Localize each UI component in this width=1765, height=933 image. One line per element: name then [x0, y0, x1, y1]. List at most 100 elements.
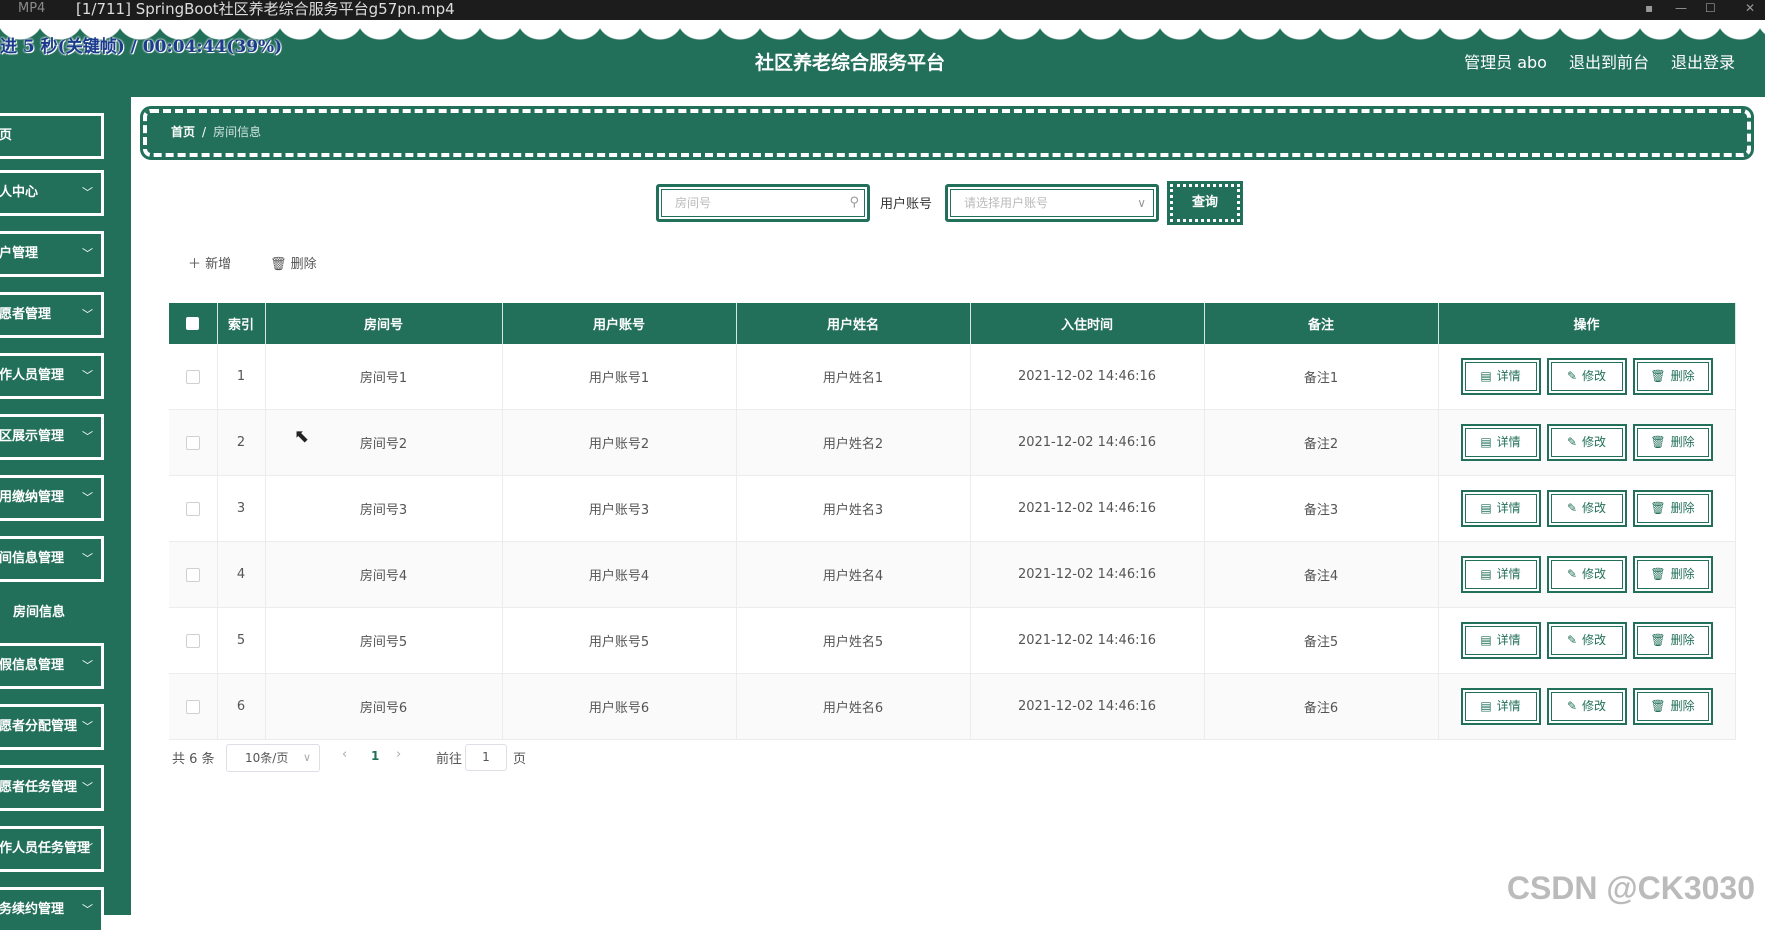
- trash-icon: 🗑: [1650, 567, 1666, 581]
- edit-button[interactable]: ✎ 修改: [1546, 556, 1627, 593]
- cell-index: 5: [217, 607, 266, 674]
- chevron-down-icon: ﹀: [82, 781, 93, 794]
- site-title: 社区养老综合服务平台: [754, 52, 945, 74]
- admin-user-label[interactable]: 管理员 abo: [1464, 49, 1547, 73]
- edit-button[interactable]: ✎ 修改: [1546, 622, 1627, 659]
- delete-button[interactable]: 🗑 删除: [1632, 424, 1713, 461]
- column-header-checkin: 入住时间: [970, 303, 1205, 344]
- cell-checkin: 2021-12-02 14:46:16: [970, 475, 1205, 542]
- prev-page-icon[interactable]: ‹: [342, 747, 347, 762]
- sidebar-item-label: 用缴纳管理: [0, 490, 65, 505]
- row-checkbox[interactable]: [169, 409, 218, 476]
- edit-button[interactable]: ✎ 修改: [1546, 358, 1627, 395]
- sidebar-item-staff-management[interactable]: 作人员管理 ﹀: [0, 353, 104, 399]
- detail-button[interactable]: ▤ 详情: [1460, 490, 1541, 527]
- row-checkbox[interactable]: [169, 475, 218, 542]
- chevron-down-icon: ﹀: [82, 369, 93, 382]
- edit-icon: ✎: [1566, 699, 1578, 713]
- document-icon: ▤: [1480, 369, 1492, 383]
- sidebar-item-home[interactable]: 页: [0, 113, 104, 159]
- logout-link[interactable]: 退出登录: [1671, 49, 1735, 73]
- batch-delete-button[interactable]: 🗑 删除: [270, 253, 317, 272]
- sidebar-item-volunteer-task[interactable]: 愿者任务管理 ﹀: [0, 765, 104, 811]
- sidebar-item-service-renewal[interactable]: 务续约管理 ﹀: [0, 887, 104, 933]
- cell-room: 房间号1: [265, 344, 503, 410]
- row-checkbox[interactable]: [169, 541, 218, 608]
- edit-button[interactable]: ✎ 修改: [1546, 424, 1627, 461]
- sidebar-item-personal-center[interactable]: 人中心 ﹀: [0, 170, 104, 216]
- sidebar-item-room-info-management[interactable]: 间信息管理 ﹀: [0, 536, 104, 582]
- sidebar-item-staff-task[interactable]: 作人员任务管理 ﹀: [0, 826, 104, 872]
- document-icon: ▤: [1480, 633, 1492, 647]
- detail-button[interactable]: ▤ 详情: [1460, 424, 1541, 461]
- close-icon[interactable]: ✕: [1745, 1, 1755, 15]
- chevron-down-icon: ﹀: [82, 903, 93, 916]
- cell-note: 备注1: [1204, 344, 1439, 410]
- plus-icon: ＋: [188, 257, 202, 272]
- sidebar-item-label: 作人员任务管理: [0, 841, 91, 856]
- sidebar-item-label: 页: [0, 128, 13, 143]
- chevron-down-icon: ﹀: [82, 720, 93, 733]
- delete-button[interactable]: 🗑 删除: [1632, 556, 1713, 593]
- minimize-icon[interactable]: —: [1675, 1, 1687, 15]
- sidebar-item-user-management[interactable]: 户管理 ﹀: [0, 231, 104, 277]
- cell-checkin: 2021-12-02 14:46:16: [970, 607, 1205, 674]
- select-all-checkbox[interactable]: [169, 303, 218, 344]
- cell-index: 3: [217, 475, 266, 542]
- detail-button[interactable]: ▤ 详情: [1460, 556, 1541, 593]
- query-button[interactable]: 查询: [1167, 181, 1243, 225]
- breadcrumb-current: 房间信息: [213, 125, 262, 139]
- next-page-icon[interactable]: ›: [396, 747, 401, 762]
- add-button[interactable]: ＋ 新增: [188, 253, 231, 272]
- column-header-index: 索引: [217, 303, 266, 344]
- user-account-select[interactable]: 请选择用户账号 ∨: [945, 184, 1159, 222]
- room-number-search-input[interactable]: 房间号 ⚲: [656, 184, 870, 222]
- edit-button[interactable]: ✎ 修改: [1546, 688, 1627, 725]
- sidebar-item-label: 区展示管理: [0, 429, 65, 444]
- page-size-select[interactable]: 10条/页 ∨: [226, 744, 320, 772]
- sidebar-item-volunteer-assignment[interactable]: 愿者分配管理 ﹀: [0, 704, 104, 750]
- delete-button[interactable]: 🗑 删除: [1632, 688, 1713, 725]
- detail-button[interactable]: ▤ 详情: [1460, 622, 1541, 659]
- maximize-icon[interactable]: ☐: [1705, 1, 1716, 15]
- row-checkbox[interactable]: [169, 607, 218, 674]
- video-player-titlebar: MP4 [1/711] SpringBoot社区养老综合服务平台g57pn.mp…: [0, 0, 1765, 20]
- sidebar-item-leave-info[interactable]: 假信息管理 ﹀: [0, 643, 104, 689]
- cell-account: 用户账号5: [502, 607, 737, 674]
- delete-button[interactable]: 🗑 删除: [1632, 490, 1713, 527]
- add-button-label: 新增: [205, 257, 232, 272]
- cell-room: 房间号3: [265, 475, 503, 542]
- cell-name: 用户姓名5: [736, 607, 971, 674]
- detail-button[interactable]: ▤ 详情: [1460, 358, 1541, 395]
- page-number-current[interactable]: 1: [371, 749, 379, 763]
- exit-to-frontend-link[interactable]: 退出到前台: [1569, 49, 1649, 73]
- chevron-down-icon: ∨: [302, 751, 311, 764]
- goto-page-input[interactable]: 1: [465, 744, 507, 771]
- sidebar-subitem-room-info[interactable]: 房间信息: [0, 593, 112, 633]
- column-header-name: 用户姓名: [736, 303, 971, 344]
- breadcrumb-home[interactable]: 首页: [171, 125, 195, 139]
- cell-actions: ▤ 详情 ✎ 修改 🗑 删除: [1438, 409, 1736, 476]
- chevron-down-icon: ﹀: [82, 659, 93, 672]
- edit-label: 修改: [1582, 633, 1607, 647]
- detail-label: 详情: [1496, 633, 1521, 647]
- pin-icon[interactable]: ▪: [1645, 1, 1653, 15]
- cell-checkin: 2021-12-02 14:46:16: [970, 673, 1205, 740]
- row-checkbox[interactable]: [169, 344, 218, 410]
- sidebar-item-fee-payment[interactable]: 用缴纳管理 ﹀: [0, 475, 104, 521]
- edit-label: 修改: [1582, 435, 1607, 449]
- delete-button[interactable]: 🗑 删除: [1632, 622, 1713, 659]
- table-row: 4 房间号4 用户账号4 用户姓名4 2021-12-02 14:46:16 备…: [169, 541, 1736, 608]
- sidebar-item-community-display[interactable]: 区展示管理 ﹀: [0, 414, 104, 460]
- edit-button[interactable]: ✎ 修改: [1546, 490, 1627, 527]
- table-row: 3 房间号3 用户账号3 用户姓名3 2021-12-02 14:46:16 备…: [169, 475, 1736, 542]
- edit-icon: ✎: [1566, 501, 1578, 515]
- pagination-total: 共 6 条: [172, 752, 215, 767]
- delete-button-label: 删除: [290, 257, 317, 272]
- delete-button[interactable]: 🗑 删除: [1632, 358, 1713, 395]
- sidebar-item-volunteer-management[interactable]: 愿者管理 ﹀: [0, 292, 104, 338]
- detail-button[interactable]: ▤ 详情: [1460, 688, 1541, 725]
- row-checkbox[interactable]: [169, 673, 218, 740]
- cell-name: 用户姓名4: [736, 541, 971, 608]
- trash-icon: 🗑: [1650, 369, 1666, 383]
